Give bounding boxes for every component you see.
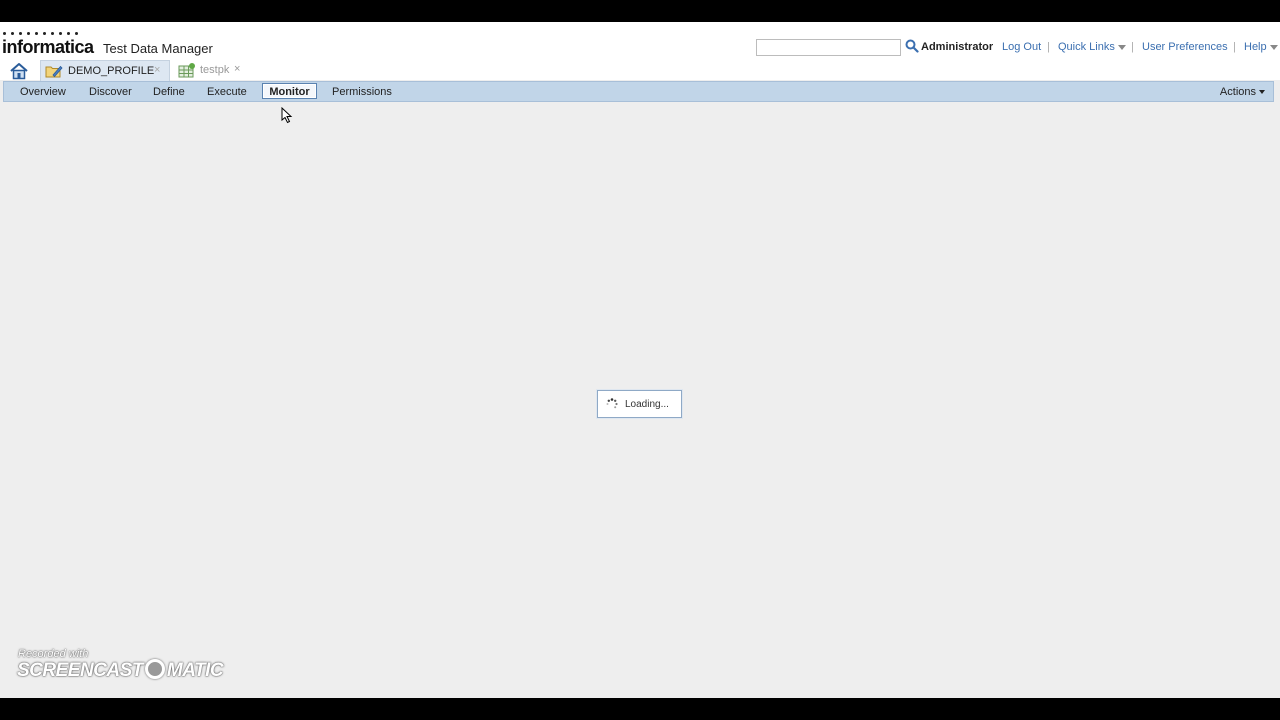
subnav-discover[interactable]: Discover (89, 86, 132, 98)
home-icon[interactable] (4, 61, 34, 81)
search-icon[interactable] (905, 39, 919, 53)
header-separator: | (1233, 41, 1236, 53)
chevron-down-icon (1117, 44, 1126, 50)
watermark-brand-right: MATIC (166, 660, 224, 681)
informatica-logo: informatica (2, 37, 94, 57)
header-bar: informatica Test Data Manager Administra… (0, 22, 1280, 60)
spinner-icon (606, 398, 618, 409)
tab-label: DEMO_PROFILE (68, 65, 155, 77)
subnav-bar: Overview Discover Define Execute Monitor… (3, 81, 1274, 102)
subnav-monitor-label: Monitor (269, 86, 310, 98)
tab-demo-profile[interactable]: DEMO_PROFILE × (40, 60, 170, 81)
user-name: Administrator (921, 41, 994, 53)
subnav-monitor[interactable]: Monitor (262, 83, 317, 99)
loading-indicator: Loading... (597, 390, 682, 418)
quick-links-menu[interactable]: Quick Links (1058, 41, 1126, 53)
help-menu[interactable]: Help (1244, 41, 1278, 53)
subnav-execute[interactable]: Execute (207, 86, 247, 98)
subnav-define[interactable]: Define (153, 86, 185, 98)
user-preferences-link[interactable]: User Preferences (1142, 41, 1228, 53)
product-title: Test Data Manager (103, 41, 213, 56)
chevron-down-icon (1269, 44, 1278, 50)
record-icon (144, 658, 165, 679)
watermark-caption: Recorded with (18, 648, 89, 660)
header-separator: | (1131, 41, 1134, 53)
close-icon[interactable]: × (154, 64, 160, 76)
quick-links-label: Quick Links (1058, 41, 1115, 53)
loading-text: Loading... (625, 399, 669, 410)
tab-testpk[interactable]: testpk × (174, 60, 249, 81)
logout-link[interactable]: Log Out (1002, 41, 1041, 53)
subnav-overview[interactable]: Overview (20, 86, 66, 98)
search-input[interactable] (756, 39, 901, 56)
screencast-watermark: SCREENCAST MATIC (17, 658, 224, 690)
actions-menu[interactable]: Actions (1220, 86, 1265, 98)
tab-label: testpk (200, 64, 230, 76)
subnav-permissions[interactable]: Permissions (332, 86, 392, 98)
app-window: informatica Test Data Manager Administra… (0, 22, 1280, 698)
document-tab-strip: DEMO_PROFILE × testpk × (0, 60, 1280, 81)
help-label: Help (1244, 41, 1267, 53)
header-separator: | (1047, 41, 1050, 53)
watermark-brand-left: SCREENCAST (17, 660, 143, 681)
table-icon (178, 63, 195, 78)
actions-label: Actions (1219, 86, 1256, 98)
folder-edit-icon (45, 65, 63, 78)
chevron-down-icon (1259, 90, 1265, 95)
close-icon[interactable]: × (234, 63, 240, 75)
mouse-cursor-icon (281, 107, 293, 124)
